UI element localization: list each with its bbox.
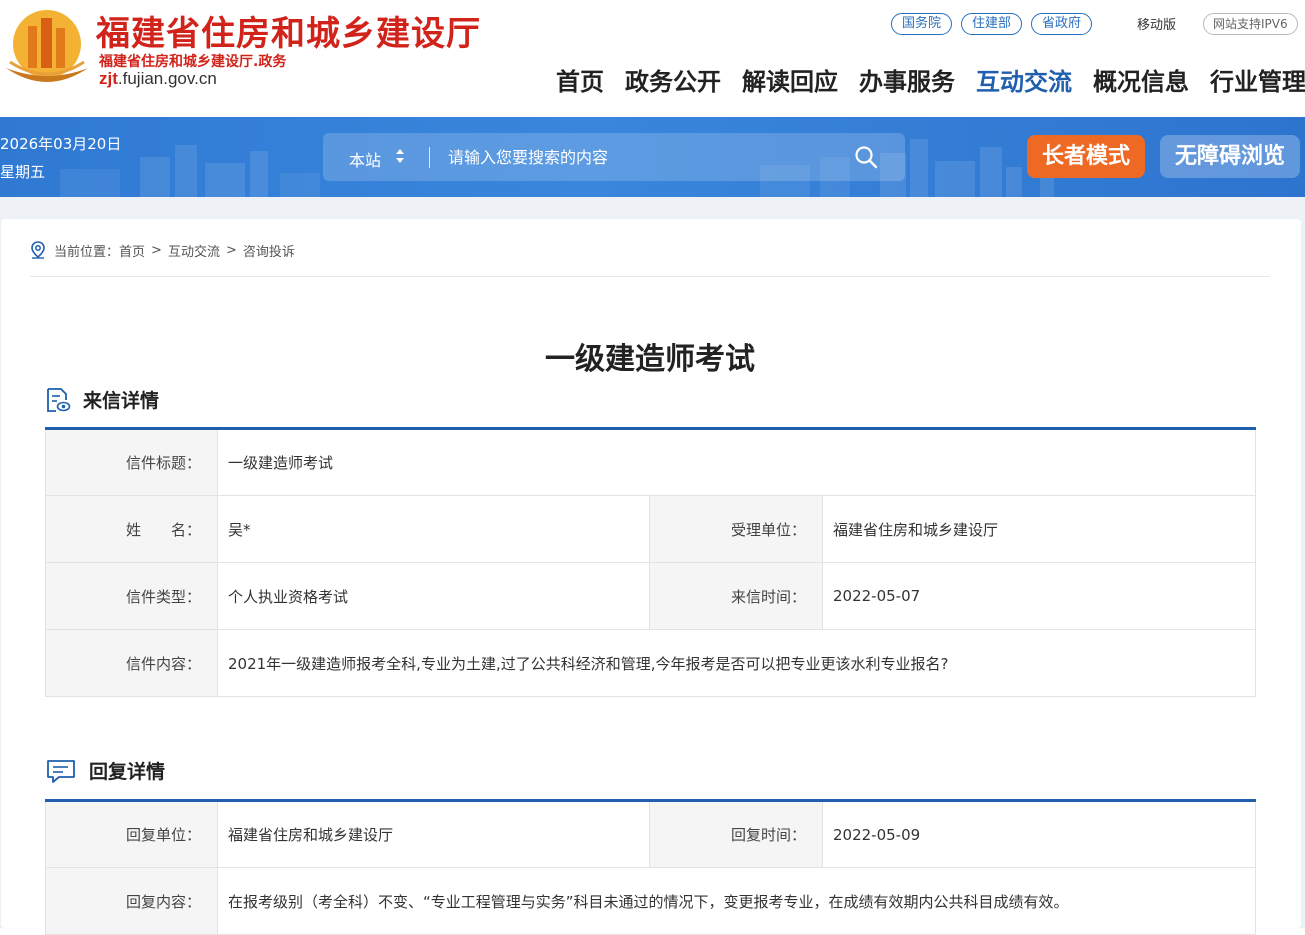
link-provincial-gov[interactable]: 省政府 xyxy=(1031,13,1093,35)
letter-type-value: 个人执业资格考试 xyxy=(217,562,650,630)
name-label: 姓 名： xyxy=(45,495,218,563)
search-scope-select[interactable]: 本站 xyxy=(349,147,381,171)
table-row: 信件标题： 一级建造师考试 xyxy=(45,428,1257,496)
reply-content-label: 回复内容： xyxy=(45,867,218,935)
handling-unit-value: 福建省住房和城乡建设厅 xyxy=(821,495,1257,563)
main-nav: 首页 政务公开 解读回应 办事服务 互动交流 概况信息 行业管理 xyxy=(556,62,1305,97)
mobile-version-link[interactable]: 移动版 xyxy=(1137,14,1176,33)
reply-section-heading: 回复详情 xyxy=(45,757,165,784)
current-weekday: 星期五 xyxy=(0,163,46,181)
reply-time-value: 2022-05-09 xyxy=(822,800,1256,868)
search-input[interactable] xyxy=(439,141,839,173)
table-row: 回复单位： 福建省住房和城乡建设厅 回复时间： 2022-05-09 xyxy=(45,800,1256,868)
sort-arrows-icon[interactable] xyxy=(395,147,405,165)
table-row: 信件内容： 2021年一级建造师报考全科,专业为土建,过了公共科经济和管理,今年… xyxy=(45,629,1257,697)
table-row: 信件类型： 个人执业资格考试 来信时间： 2022-05-07 xyxy=(45,562,1257,630)
nav-overview[interactable]: 概况信息 xyxy=(1093,62,1189,97)
site-logo-icon[interactable] xyxy=(2,6,92,92)
search-banner: 2026年03月20日 星期五 本站 长者模式 无障碍浏览 xyxy=(0,117,1305,197)
nav-industry[interactable]: 行业管理 xyxy=(1210,62,1305,97)
letter-details-table: 信件标题： 一级建造师考试 姓 名： 吴* 受理单位： 福建省住房和城乡建设厅 … xyxy=(45,427,1257,697)
reply-section-title: 回复详情 xyxy=(89,761,166,783)
reply-unit-label: 回复单位： xyxy=(45,800,218,868)
link-mohurd[interactable]: 住建部 xyxy=(961,13,1023,35)
letter-content-label: 信件内容： xyxy=(45,629,218,697)
breadcrumb: 当前位置： 首页 > 互动交流 > 咨询投诉 xyxy=(30,240,295,260)
breadcrumb-separator: > xyxy=(151,242,162,258)
letter-title-label: 信件标题： xyxy=(45,428,218,496)
current-date: 2026年03月20日 xyxy=(0,135,122,153)
domain-suffix: .fujian.gov.cn xyxy=(117,69,217,88)
top-links: 国务院 住建部 省政府 xyxy=(891,13,1093,35)
search-divider xyxy=(429,147,430,168)
ipv6-badge: 网站支持IPV6 xyxy=(1203,13,1298,35)
accessible-browsing-button[interactable]: 无障碍浏览 xyxy=(1160,135,1300,178)
reply-details-table: 回复单位： 福建省住房和城乡建设厅 回复时间： 2022-05-09 回复内容：… xyxy=(45,799,1256,935)
link-state-council[interactable]: 国务院 xyxy=(891,13,953,35)
breadcrumb-prefix: 当前位置： xyxy=(54,244,120,260)
breadcrumb-consult[interactable]: 咨询投诉 xyxy=(243,241,295,260)
chat-bubble-icon xyxy=(47,759,75,783)
elder-mode-button[interactable]: 长者模式 xyxy=(1027,135,1145,178)
site-subtitle: 福建省住房和城乡建设厅.政务 xyxy=(99,54,287,70)
name-value: 吴* xyxy=(217,495,650,563)
site-title[interactable]: 福建省住房和城乡建设厅 xyxy=(96,6,481,55)
handling-unit-label: 受理单位： xyxy=(649,495,823,563)
nav-interaction[interactable]: 互动交流 xyxy=(976,62,1072,97)
reply-content-value: 在报考级别（考全科）不变、“专业工程管理与实务”科目未通过的情况下，变更报考专业… xyxy=(217,867,1256,935)
breadcrumb-home[interactable]: 首页 xyxy=(119,241,145,260)
search-box: 本站 xyxy=(323,133,905,181)
letter-content-value: 2021年一级建造师报考全科,专业为土建,过了公共科经济和管理,今年报考是否可以… xyxy=(216,629,1257,697)
letter-time-value: 2022-05-07 xyxy=(821,562,1257,630)
table-row: 姓 名： 吴* 受理单位： 福建省住房和城乡建设厅 xyxy=(45,495,1257,563)
reply-unit-value: 福建省住房和城乡建设厅 xyxy=(217,800,650,868)
location-pin-icon xyxy=(31,241,45,259)
breadcrumb-separator: > xyxy=(225,242,237,258)
letter-time-label: 来信时间： xyxy=(649,562,823,630)
reply-time-label: 回复时间： xyxy=(649,800,823,868)
letter-title-value: 一级建造师考试 xyxy=(216,428,1257,496)
site-header: 福建省住房和城乡建设厅 福建省住房和城乡建设厅.政务 zjt.fujian.go… xyxy=(0,0,1305,117)
breadcrumb-interaction[interactable]: 互动交流 xyxy=(168,241,220,260)
page-title: 一级建造师考试 xyxy=(545,342,755,377)
letter-type-label: 信件类型： xyxy=(45,562,218,630)
nav-home[interactable]: 首页 xyxy=(556,62,604,97)
nav-interpretation[interactable]: 解读回应 xyxy=(742,62,838,97)
nav-gov-affairs[interactable]: 政务公开 xyxy=(625,62,721,97)
letter-section-title: 来信详情 xyxy=(83,390,160,412)
search-icon[interactable] xyxy=(854,145,878,169)
letter-section-heading: 来信详情 xyxy=(45,386,159,413)
table-row: 回复内容： 在报考级别（考全科）不变、“专业工程管理与实务”科目未通过的情况下，… xyxy=(45,867,1256,935)
site-domain: zjt.fujian.gov.cn xyxy=(99,69,217,89)
domain-prefix: zjt xyxy=(99,69,118,88)
breadcrumb-divider xyxy=(30,276,1270,277)
nav-services[interactable]: 办事服务 xyxy=(859,62,955,97)
document-view-icon xyxy=(47,387,71,412)
